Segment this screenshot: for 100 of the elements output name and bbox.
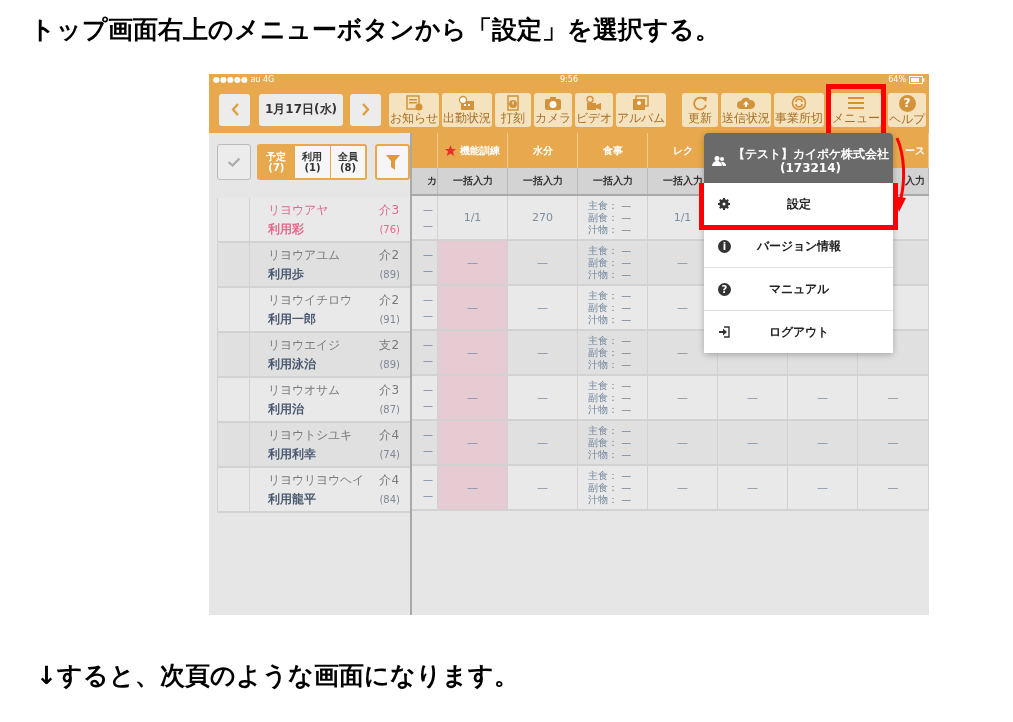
care-level-text: 介2 <box>379 247 400 264</box>
next-day-button[interactable] <box>350 93 381 126</box>
gear-icon <box>718 198 730 210</box>
date-button[interactable]: 1月17日(水) <box>259 93 343 126</box>
cell-line: — <box>423 383 433 396</box>
table-cell: — <box>438 421 508 464</box>
upload-status-button[interactable]: 送信状況 <box>721 92 771 127</box>
kana-text: リヨウトシユキ <box>268 427 353 444</box>
cell-line: — <box>423 219 433 232</box>
instruction-text: ↓すると、次頁のような画面になります。 <box>36 660 519 692</box>
cell-line: 汁物： — <box>588 268 632 281</box>
cell-line: 汁物： — <box>588 493 632 506</box>
battery-text: 64% <box>888 75 906 85</box>
cell-line: — <box>423 428 433 441</box>
cell-line: 主食： — <box>588 199 632 212</box>
table-cell: — <box>438 331 508 374</box>
resident-name: 利用龍平 <box>268 491 317 508</box>
album-button[interactable]: アルバム <box>616 92 666 127</box>
resident-name: 利用利幸 <box>268 446 317 463</box>
camera-icon <box>543 95 563 111</box>
age-text: (89) <box>379 269 400 280</box>
resident-name: 利用一郎 <box>268 311 317 328</box>
table-cell: — <box>438 466 508 509</box>
cell-line: — <box>423 293 433 306</box>
help-button[interactable]: ? ヘルプ <box>888 92 926 127</box>
people-icon <box>712 155 726 166</box>
cell-line: 主食： — <box>588 334 632 347</box>
attendance-button[interactable]: 出勤状況 <box>442 92 492 127</box>
resident-cell[interactable]: リヨウエイジ 支2 利用泳治 (89) <box>250 333 410 376</box>
table-cell: — <box>438 286 508 329</box>
column-header: ース <box>905 143 925 158</box>
kana-text: リヨウイチロウ <box>268 292 353 309</box>
cell-line: 主食： — <box>588 289 632 302</box>
time-stamp-button[interactable]: 打刻 <box>495 92 531 127</box>
column-header: レク <box>672 143 693 158</box>
bulk-input-button[interactable]: 一括入力 <box>592 174 633 188</box>
menu-item[interactable]: ? マニュアル <box>704 268 893 310</box>
office-switch-button[interactable]: 事業所切 <box>774 92 824 127</box>
video-button[interactable]: ビデオ <box>575 92 613 127</box>
cell-line: — <box>423 203 433 216</box>
table-cell: — <box>858 421 929 464</box>
cell-line: — <box>423 248 433 261</box>
care-level-text: 介4 <box>379 472 400 489</box>
cell-line: — <box>423 399 433 412</box>
resident-name: 利用歩 <box>268 266 305 283</box>
calendar-clock-icon <box>457 95 477 111</box>
bulk-input-button[interactable]: 一括入力 <box>522 174 563 188</box>
resident-cell[interactable]: リヨウアユム 介2 利用歩 (89) <box>250 243 410 286</box>
account-name: 【テスト】カイポケ株式会社 <box>732 146 889 161</box>
menu-icon <box>846 95 866 111</box>
check-button[interactable] <box>217 144 251 180</box>
table-cell: — <box>788 421 858 464</box>
filter-button[interactable] <box>375 144 410 180</box>
age-text: (84) <box>379 494 400 505</box>
previous-day-button[interactable] <box>219 93 250 126</box>
kana-text: リヨウエイジ <box>268 337 341 354</box>
bulk-input-button[interactable]: カ <box>427 174 437 188</box>
table-cell: — <box>508 421 578 464</box>
cell-line: — <box>423 354 433 367</box>
check-icon <box>226 157 241 167</box>
cell-line: 汁物： — <box>588 403 632 416</box>
filter-segment[interactable]: 全員 (8) <box>329 146 366 178</box>
column-header: 食事 <box>602 143 623 158</box>
cell-line: 主食： — <box>588 424 632 437</box>
notices-button[interactable]: お知らせ <box>389 92 439 127</box>
cell-line: 主食： — <box>588 244 632 257</box>
age-text: (74) <box>379 449 400 460</box>
battery-icon <box>909 76 925 84</box>
chevron-right-icon <box>361 103 370 116</box>
age-text: (87) <box>379 404 400 415</box>
photos-icon <box>631 95 651 111</box>
menu-item[interactable]: ログアウト <box>704 311 893 353</box>
care-level-text: 介3 <box>379 382 400 399</box>
cell-line: 汁物： — <box>588 223 632 236</box>
menu-button[interactable]: メニュー <box>831 92 881 127</box>
sync-icon <box>789 95 809 111</box>
chevron-left-icon <box>230 103 239 116</box>
cell-line: 主食： — <box>588 379 632 392</box>
cell-line: 副食： — <box>588 301 632 314</box>
account-id: (173214) <box>779 160 842 175</box>
care-level-text: 介4 <box>379 427 400 444</box>
cell-line: — <box>423 473 433 486</box>
age-text: (89) <box>379 359 400 370</box>
kana-text: リヨウアユム <box>268 247 341 264</box>
carrier-text: ●●●●● au 4G <box>213 75 276 85</box>
filter-segment[interactable]: 利用 (1) <box>294 146 330 178</box>
resident-name: 利用治 <box>268 401 305 418</box>
clock-text: 9:56 <box>560 75 578 85</box>
care-level-text: 介3 <box>379 202 400 219</box>
kana-text: リヨウアヤ <box>268 202 329 219</box>
resident-cell[interactable]: リヨウトシユキ 介4 利用利幸 (74) <box>250 423 410 466</box>
cell-line: 副食： — <box>588 256 632 269</box>
bulk-input-button[interactable]: 一括入力 <box>452 174 493 188</box>
table-cell: — <box>718 421 788 464</box>
refresh-button[interactable]: 更新 <box>682 92 718 127</box>
care-level-text: 介2 <box>379 292 400 309</box>
column-header: 機能訓練 <box>460 143 500 158</box>
camera-button[interactable]: カメラ <box>534 92 572 127</box>
bulk-input-button[interactable]: 入力 <box>905 174 925 188</box>
menu-item[interactable]: 設定 <box>704 183 893 225</box>
